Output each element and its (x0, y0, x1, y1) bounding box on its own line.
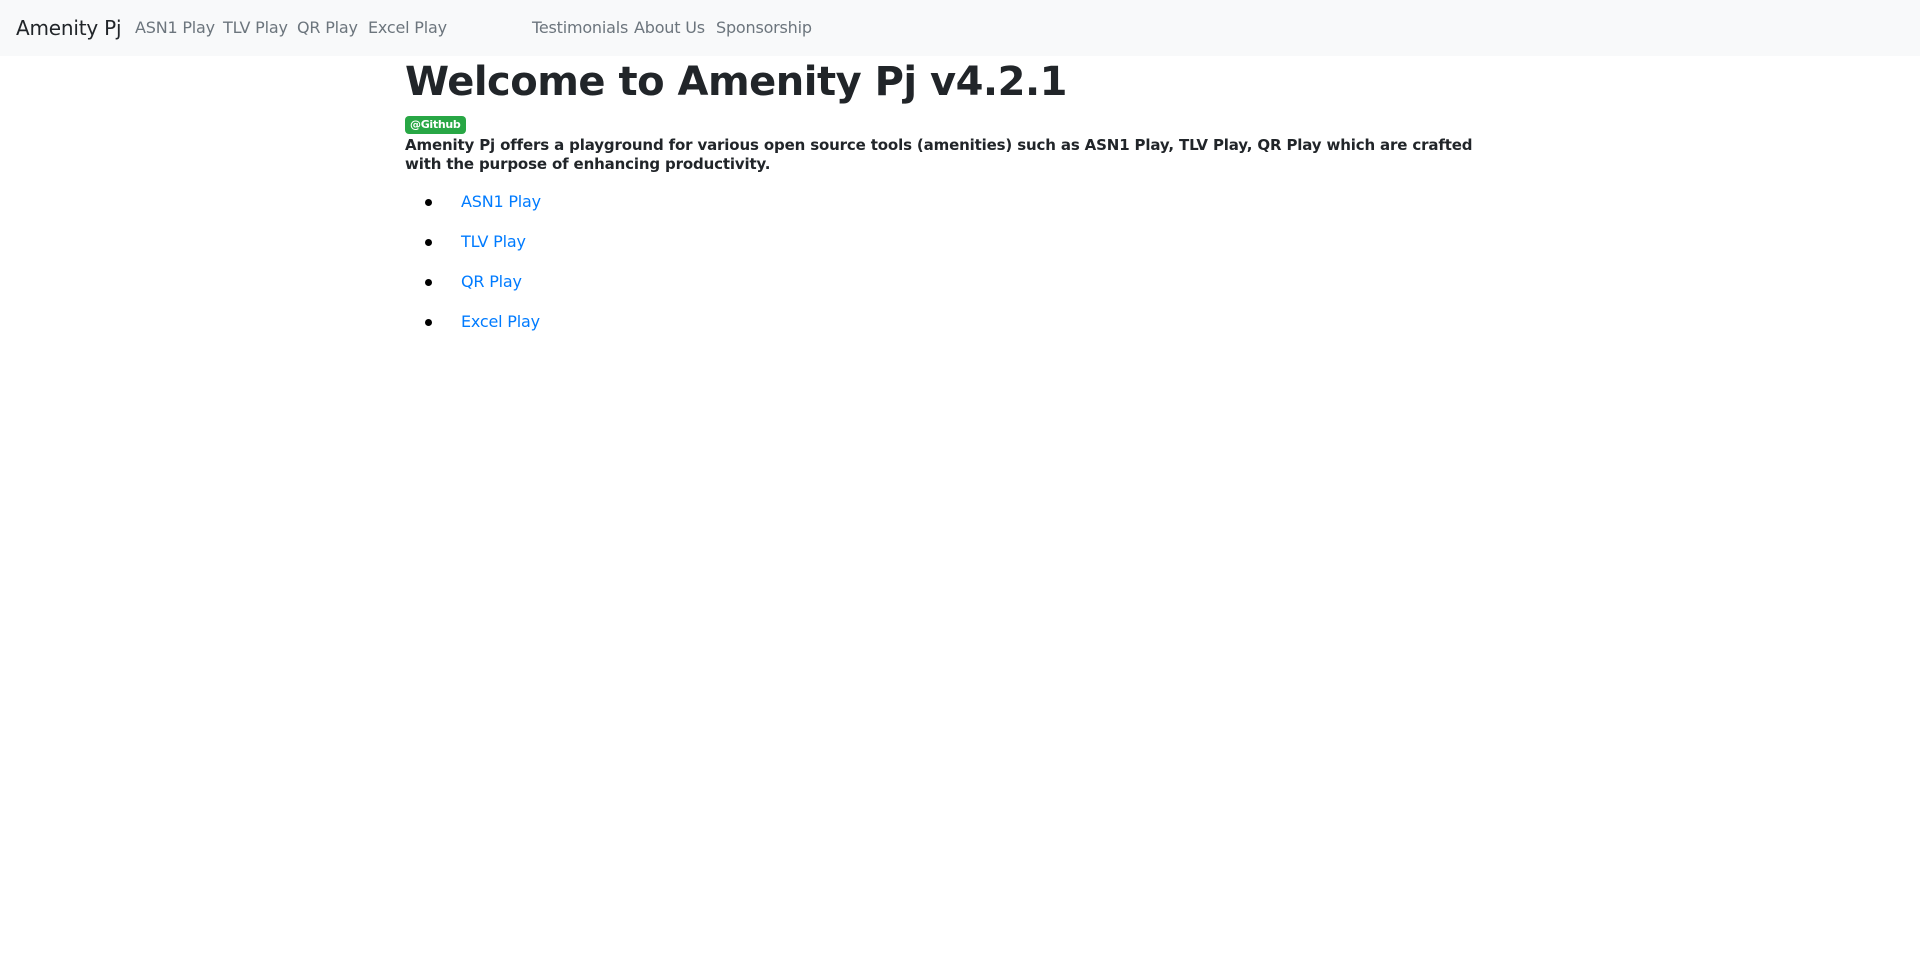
tool-link-excel-play[interactable]: Excel Play (461, 310, 540, 334)
nav-link-sponsorship[interactable]: Sponsorship (716, 18, 812, 38)
bullet-icon (425, 279, 432, 286)
intro-description: Amenity Pj offers a playground for vario… (405, 136, 1473, 173)
nav-link-about-us[interactable]: About Us (634, 18, 705, 38)
navbar-brand[interactable]: Amenity Pj (16, 15, 122, 41)
bullet-icon (425, 239, 432, 246)
nav-link-tlv-play[interactable]: TLV Play (223, 18, 288, 38)
tool-link-tlv-play[interactable]: TLV Play (461, 230, 526, 254)
page-title: Welcome to Amenity Pj v4.2.1 (405, 59, 1067, 105)
nav-link-testimonials[interactable]: Testimonials (532, 18, 628, 38)
github-badge[interactable]: @Github (405, 116, 466, 134)
tool-link-asn1-play[interactable]: ASN1 Play (461, 190, 541, 214)
bullet-icon (425, 319, 432, 326)
nav-link-asn1-play[interactable]: ASN1 Play (135, 18, 215, 38)
nav-link-excel-play[interactable]: Excel Play (368, 18, 447, 38)
tool-link-qr-play[interactable]: QR Play (461, 270, 522, 294)
top-navbar: Amenity Pj ASN1 Play TLV Play QR Play Ex… (0, 0, 1920, 56)
nav-link-qr-play[interactable]: QR Play (297, 18, 358, 38)
bullet-icon (425, 199, 432, 206)
